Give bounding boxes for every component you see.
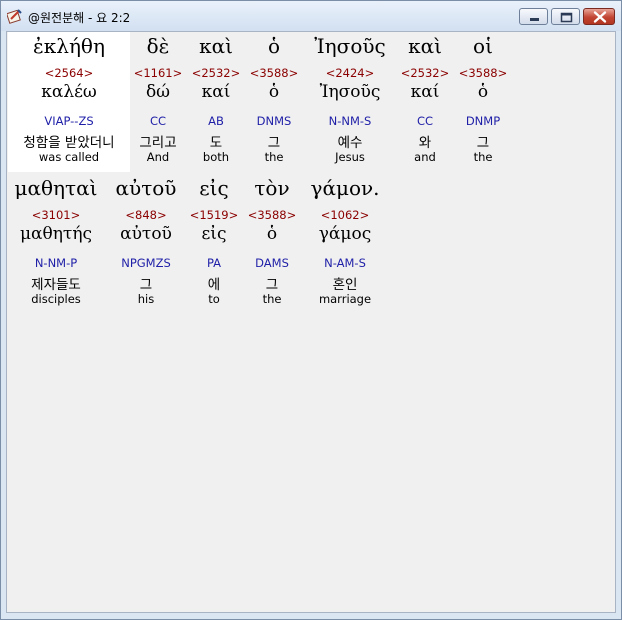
- korean-gloss: 그: [139, 277, 153, 293]
- greek-word: ἐκλήθη: [33, 34, 105, 58]
- strong-number: <3588>: [249, 66, 299, 80]
- interlinear-panel: ἐκλήθη <2564> καλέω VIAP--ZS 청함을 받았더니 wa…: [6, 31, 616, 613]
- korean-gloss: 그: [267, 135, 281, 151]
- korean-gloss: 에: [207, 277, 221, 293]
- maximize-icon: [560, 12, 573, 23]
- word-cell[interactable]: ὁ <3588> ὁ DNMS 그 the: [247, 32, 301, 172]
- lemma: καί: [201, 82, 231, 102]
- word-cell[interactable]: μαθηταὶ <3101> μαθητής N-NM-P 제자들도 disci…: [8, 174, 104, 314]
- window-bottom-border: [1, 613, 621, 619]
- lemma: Ἰησοῦς: [319, 82, 381, 102]
- korean-gloss: 그리고: [139, 135, 177, 151]
- greek-word: ὁ: [267, 34, 281, 58]
- korean-gloss: 예수: [337, 135, 363, 151]
- strong-number: <1519>: [189, 208, 239, 222]
- word-cell[interactable]: εἰς <1519> εἰς PA 에 to: [187, 174, 241, 314]
- parsing-code: CC: [416, 114, 434, 128]
- korean-gloss: 혼인: [332, 277, 358, 293]
- parsing-code: N-NM-P: [34, 256, 78, 270]
- parsing-code: NPGMZS: [121, 256, 171, 270]
- greek-word: μαθηταὶ: [14, 176, 98, 200]
- lemma: ὁ: [477, 82, 489, 102]
- greek-word: καὶ: [199, 34, 233, 58]
- app-window: @원전분해 - 요 2:2 ἐκλήθη <2564> καλέω VIAP--…: [0, 0, 622, 620]
- minimize-button[interactable]: [519, 8, 548, 25]
- korean-gloss: 도: [209, 135, 223, 151]
- lemma: μαθητής: [19, 224, 93, 244]
- korean-gloss: 청함을 받았더니: [23, 135, 115, 151]
- greek-word: δὲ: [146, 34, 170, 58]
- greek-word: Ἰησοῦς: [314, 34, 386, 58]
- word-cell[interactable]: οἱ <3588> ὁ DNMP 그 the: [456, 32, 510, 172]
- word-cell[interactable]: καὶ <2532> καί AB 도 both: [189, 32, 243, 172]
- english-gloss: and: [414, 150, 436, 164]
- english-gloss: the: [473, 150, 493, 164]
- strong-number: <2532>: [191, 66, 241, 80]
- korean-gloss: 와: [418, 135, 432, 151]
- greek-word: τὸν: [254, 176, 290, 200]
- greek-word: εἰς: [199, 176, 229, 200]
- lemma: καί: [410, 82, 440, 102]
- word-cell[interactable]: καὶ <2532> καί CC 와 and: [398, 32, 452, 172]
- title-bar[interactable]: @원전분해 - 요 2:2: [1, 1, 621, 31]
- lemma: γάμος: [318, 224, 372, 244]
- english-gloss: his: [137, 292, 155, 306]
- strong-number: <1161>: [133, 66, 183, 80]
- app-icon[interactable]: [6, 8, 23, 24]
- close-button[interactable]: [583, 8, 615, 25]
- word-cell[interactable]: Ἰησοῦς <2424> Ἰησοῦς N-NM-S 예수 Jesus: [305, 32, 395, 172]
- english-gloss: Jesus: [335, 150, 365, 164]
- parsing-code: VIAP--ZS: [44, 114, 94, 128]
- english-gloss: was called: [38, 150, 100, 164]
- strong-number: <3101>: [31, 208, 81, 222]
- window-title: @원전분해 - 요 2:2: [28, 11, 131, 25]
- parsing-code: DNMS: [256, 114, 292, 128]
- english-gloss: the: [262, 292, 282, 306]
- lemma: ὁ: [268, 82, 280, 102]
- strong-number: <2564>: [44, 66, 94, 80]
- english-gloss: marriage: [318, 292, 372, 306]
- english-gloss: And: [146, 150, 170, 164]
- word-cell[interactable]: δὲ <1161> δώ CC 그리고 And: [131, 32, 185, 172]
- parsing-code: AB: [208, 114, 224, 128]
- strong-number: <3588>: [458, 66, 508, 80]
- parsing-code: PA: [206, 256, 222, 270]
- greek-word: οἱ: [473, 34, 493, 58]
- lemma: δώ: [145, 82, 171, 102]
- english-gloss: to: [208, 292, 220, 306]
- word-cell[interactable]: αὐτοῦ <848> αὐτοῦ NPGMZS 그 his: [111, 174, 181, 314]
- parsing-code: CC: [149, 114, 167, 128]
- word-cell[interactable]: τὸν <3588> ὁ DAMS 그 the: [245, 174, 299, 314]
- parsing-code: N-NM-S: [328, 114, 372, 128]
- word-cell[interactable]: ἐκλήθη <2564> καλέω VIAP--ZS 청함을 받았더니 wa…: [8, 32, 130, 172]
- strong-number: <2424>: [325, 66, 375, 80]
- strong-number: <848>: [125, 208, 167, 222]
- strong-number: <3588>: [247, 208, 297, 222]
- greek-word: καὶ: [408, 34, 442, 58]
- lemma: ὁ: [266, 224, 278, 244]
- maximize-button[interactable]: [551, 8, 580, 25]
- english-gloss: both: [202, 150, 230, 164]
- parsing-code: DAMS: [255, 256, 289, 270]
- english-gloss: the: [264, 150, 284, 164]
- lemma: αὐτοῦ: [120, 224, 172, 244]
- parsing-code: DNMP: [465, 114, 501, 128]
- strong-number: <2532>: [400, 66, 450, 80]
- greek-word: γάμον.: [310, 176, 380, 200]
- parsing-code: N-AM-S: [324, 256, 366, 270]
- greek-word: αὐτοῦ: [115, 176, 177, 200]
- lemma: καλέω: [41, 82, 97, 102]
- strong-number: <1062>: [320, 208, 370, 222]
- minimize-icon: [530, 18, 539, 21]
- korean-gloss: 그: [265, 277, 279, 293]
- word-cell[interactable]: γάμον. <1062> γάμος N-AM-S 혼인 marriage: [305, 174, 385, 314]
- lemma: εἰς: [201, 224, 227, 244]
- korean-gloss: 제자들도: [31, 277, 81, 293]
- korean-gloss: 그: [476, 135, 490, 151]
- close-icon: [593, 11, 607, 23]
- english-gloss: disciples: [31, 292, 81, 306]
